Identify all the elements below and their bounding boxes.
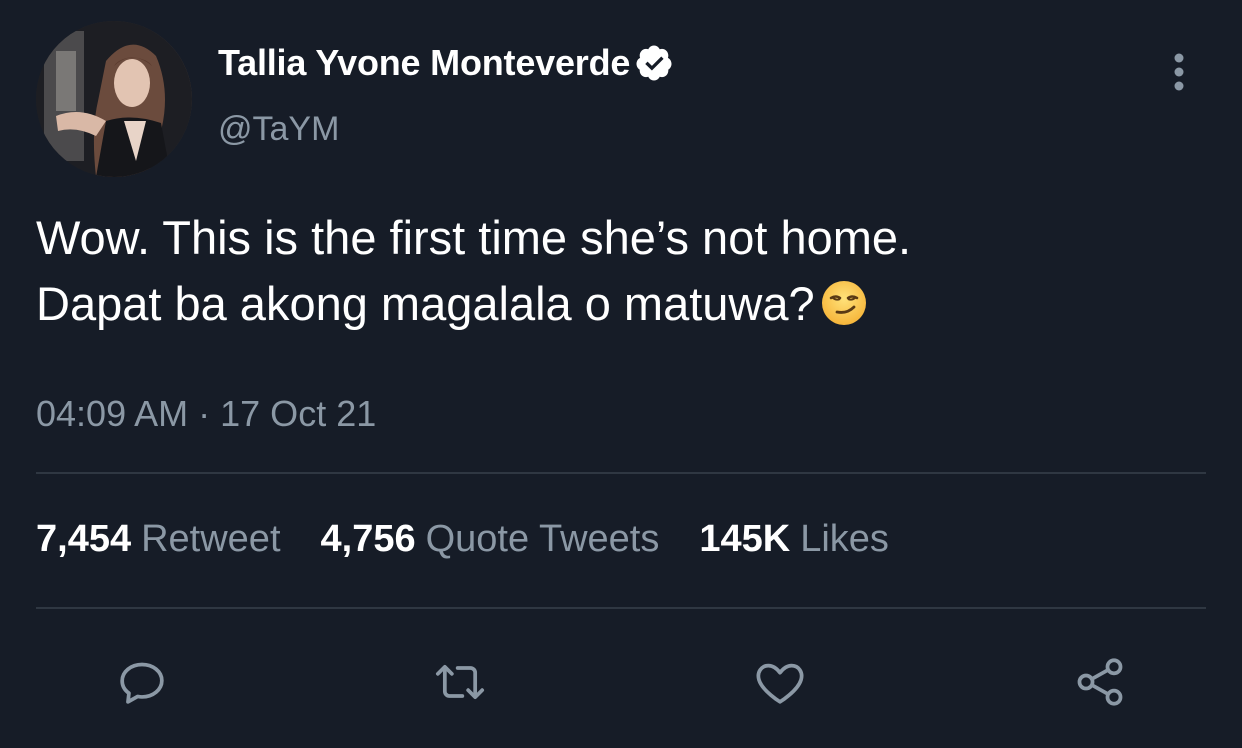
share-icon <box>1077 658 1123 706</box>
retweet-button[interactable] <box>430 652 490 712</box>
likes-stat[interactable]: 145K Likes <box>699 518 889 561</box>
engagement-stats: 7,454 Retweet 4,756 Quote Tweets 145K Likes <box>36 518 929 561</box>
reply-icon <box>120 662 164 704</box>
retweets-count: 7,454 <box>36 518 132 560</box>
reply-button[interactable] <box>112 652 172 712</box>
likes-label: Likes <box>800 518 889 560</box>
quote-tweets-count: 4,756 <box>320 518 416 560</box>
like-button[interactable] <box>750 652 810 712</box>
divider <box>36 472 1206 474</box>
tweet-text-line-2: Dapat ba akong magalala o matuwa? <box>36 271 1206 337</box>
tweet-time: 04:09 AM <box>36 393 189 434</box>
like-icon <box>756 663 804 704</box>
display-name[interactable]: Tallia Yvone Monteverde <box>218 42 674 84</box>
tweet-detail: Tallia Yvone Monteverde @TaYM Wow. This … <box>0 0 1242 748</box>
avatar[interactable] <box>36 21 192 177</box>
verified-badge-icon <box>634 43 674 83</box>
tweet-text-line-2-text: Dapat ba akong magalala o matuwa? <box>36 277 815 330</box>
tweet-text: Wow. This is the first time she’s not ho… <box>36 205 1206 337</box>
tweet-text-line-1: Wow. This is the first time she’s not ho… <box>36 211 912 264</box>
tweet-date: 17 Oct 21 <box>220 393 377 434</box>
timestamp-separator: · <box>198 393 211 434</box>
more-options-button[interactable] <box>1164 52 1194 92</box>
share-button[interactable] <box>1070 652 1130 712</box>
quote-tweets-stat[interactable]: 4,756 Quote Tweets <box>321 518 660 561</box>
display-name-text[interactable]: Tallia Yvone Monteverde <box>218 42 630 84</box>
divider <box>36 607 1206 609</box>
retweets-stat[interactable]: 7,454 Retweet <box>36 518 281 561</box>
quote-tweets-label: Quote Tweets <box>425 518 660 560</box>
likes-count: 145K <box>699 518 791 560</box>
user-handle[interactable]: @TaYM <box>218 110 339 149</box>
retweets-label: Retweet <box>141 518 281 560</box>
smirking-face-emoji-icon <box>821 277 867 325</box>
tweet-timestamp[interactable]: 04:09 AM · 17 Oct 21 <box>36 393 376 435</box>
more-vertical-icon <box>1174 53 1184 91</box>
retweet-icon <box>435 664 485 700</box>
